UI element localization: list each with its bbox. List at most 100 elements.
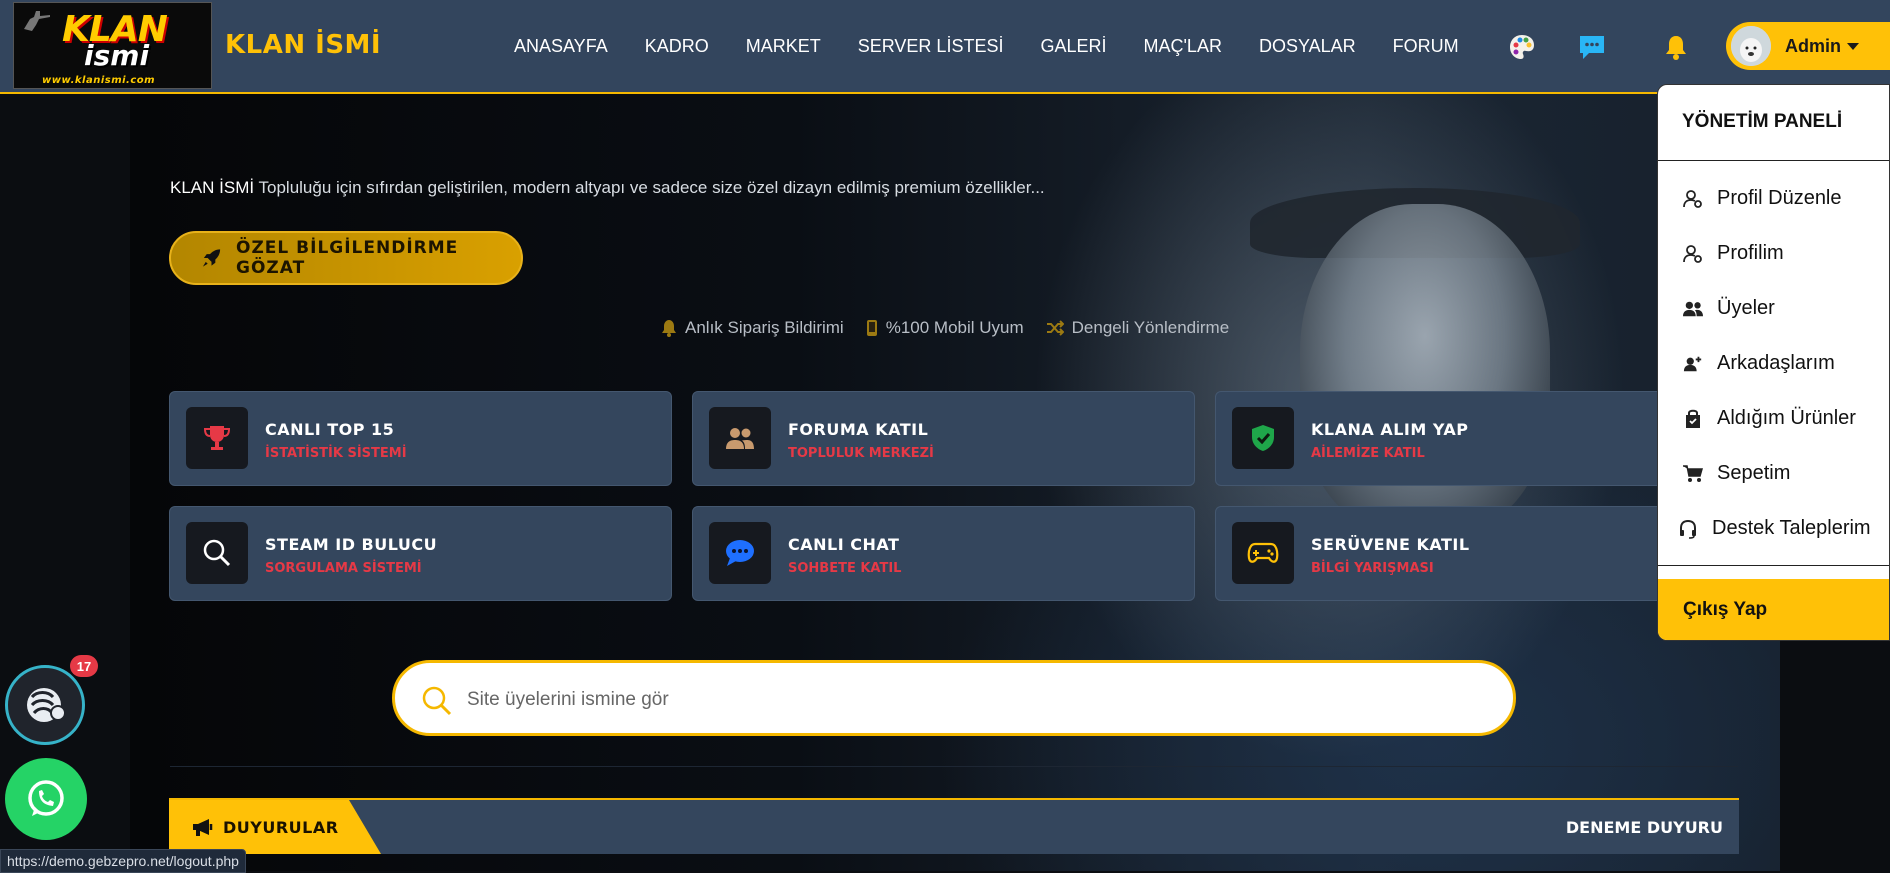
admin-dropdown-menu: YÖNETİM PANELİ Profil Düzenle Profilim Ü…	[1657, 84, 1890, 641]
feature-list: Anlık Sipariş Bildirimi %100 Mobil Uyum …	[661, 318, 1251, 338]
tagline-text: Topluluğu için sıfırdan geliştirilen, mo…	[254, 178, 1045, 197]
nav-maclar[interactable]: MAÇ'LAR	[1144, 36, 1222, 57]
site-logo[interactable]: KLAN ismi www.klanismi.com	[13, 2, 212, 89]
card-title: STEAM ID BULUCU	[265, 535, 438, 554]
browser-status-url: https://demo.gebzepro.net/logout.php	[0, 849, 246, 873]
card-title: CANLI CHAT	[788, 535, 900, 554]
palette-icon[interactable]	[1505, 30, 1539, 64]
chat-heads-icon	[27, 688, 66, 722]
top-navbar: KLAN ismi www.klanismi.com KLAN İSMİ ANA…	[0, 0, 1890, 94]
menu-item-label: Profilim	[1717, 242, 1784, 264]
announcement-bar: DUYURULAR DENEME DUYURU	[169, 798, 1739, 854]
megaphone-icon	[193, 819, 213, 836]
card-title: FORUMA KATIL	[788, 420, 929, 439]
menu-item-label: Destek Taleplerim	[1712, 517, 1871, 539]
main-menu: ANASAYFA KADRO MARKET SERVER LİSTESİ GAL…	[514, 36, 1496, 57]
card-title: KLANA ALIM YAP	[1311, 420, 1469, 439]
logout-button[interactable]: Çıkış Yap	[1658, 579, 1889, 640]
headset-icon	[1678, 519, 1698, 539]
search-icon	[186, 522, 248, 584]
bell-icon[interactable]	[1659, 30, 1693, 64]
feature-item: %100 Mobil Uyum	[866, 318, 1024, 338]
card-recruit[interactable]: KLANA ALIM YAP AİLEMİZE KATIL	[1215, 391, 1718, 486]
card-subtitle: SOHBETE KATIL	[788, 561, 902, 576]
bell-icon	[661, 319, 677, 337]
whatsapp-button[interactable]	[5, 758, 87, 840]
notification-badge: 17	[70, 655, 98, 677]
whatsapp-icon	[28, 780, 64, 816]
menu-item-label: Arkadaşlarım	[1717, 352, 1835, 374]
chat-icon[interactable]	[1575, 30, 1609, 64]
cart-icon	[1683, 464, 1703, 483]
menu-item-arkadaslarim[interactable]: Arkadaşlarım	[1683, 352, 1835, 375]
info-cta-button[interactable]: ÖZEL BİLGİLENDİRME GÖZAT	[169, 231, 523, 285]
card-subtitle: AİLEMİZE KATIL	[1311, 446, 1425, 461]
menu-item-profilim[interactable]: Profilim	[1683, 242, 1784, 265]
hero-tagline: KLAN İSMİ Topluluğu için sıfırdan gelişt…	[170, 178, 1045, 198]
mobile-icon	[866, 319, 878, 337]
card-live-chat[interactable]: CANLI CHAT SOHBETE KATIL	[692, 506, 1195, 601]
cta-label: ÖZEL BİLGİLENDİRME GÖZAT	[236, 238, 459, 278]
rocket-icon	[202, 249, 221, 267]
feature-label: Anlık Sipariş Bildirimi	[685, 318, 844, 337]
menu-item-sepetim[interactable]: Sepetim	[1683, 462, 1790, 485]
nav-anasayfa[interactable]: ANASAYFA	[514, 36, 608, 57]
shopping-bag-icon	[1683, 409, 1703, 429]
section-divider	[170, 766, 1738, 767]
shield-check-icon	[1232, 407, 1294, 469]
menu-item-profil-duzenle[interactable]: Profil Düzenle	[1683, 187, 1842, 210]
card-subtitle: SORGULAMA SİSTEMİ	[265, 561, 422, 576]
card-forum[interactable]: FORUMA KATIL TOPLULUK MERKEZİ	[692, 391, 1195, 486]
nav-dosyalar[interactable]: DOSYALAR	[1259, 36, 1356, 57]
menu-item-uyeler[interactable]: Üyeler	[1683, 297, 1775, 320]
caret-down-icon	[1847, 42, 1859, 50]
card-steam-id[interactable]: STEAM ID BULUCU SORGULAMA SİSTEMİ	[169, 506, 672, 601]
announcement-text[interactable]: DENEME DUYURU	[1566, 818, 1723, 837]
shuffle-icon	[1046, 320, 1064, 336]
user-gear-icon	[1683, 189, 1703, 209]
feature-label: %100 Mobil Uyum	[885, 318, 1024, 337]
search-icon	[422, 686, 452, 716]
nav-forum[interactable]: FORUM	[1393, 36, 1459, 57]
menu-item-label: Üyeler	[1717, 297, 1775, 319]
users-icon	[1683, 300, 1703, 318]
community-chat-button[interactable]	[5, 665, 85, 745]
user-gear-icon	[1683, 244, 1703, 264]
users-icon	[709, 407, 771, 469]
avatar	[1731, 26, 1771, 66]
dropdown-divider	[1658, 160, 1889, 161]
card-title: SERÜVENE KATIL	[1311, 535, 1470, 554]
card-title: CANLI TOP 15	[265, 420, 395, 439]
feature-item: Anlık Sipariş Bildirimi	[661, 318, 844, 338]
nav-market[interactable]: MARKET	[746, 36, 821, 57]
soldier-icon	[24, 11, 50, 31]
nav-server-listesi[interactable]: SERVER LİSTESİ	[858, 36, 1004, 57]
card-top15[interactable]: CANLI TOP 15 İSTATİSTİK SİSTEMİ	[169, 391, 672, 486]
gamepad-icon	[1232, 522, 1294, 584]
logo-url: www.klanismi.com	[42, 75, 156, 86]
comments-icon	[709, 522, 771, 584]
user-menu-button[interactable]: Admin	[1726, 22, 1890, 70]
tagline-brand: KLAN İSMİ	[170, 178, 255, 197]
nav-galeri[interactable]: GALERİ	[1040, 36, 1106, 57]
card-subtitle: TOPLULUK MERKEZİ	[788, 446, 934, 461]
member-search-box	[392, 660, 1516, 736]
logo-text-bottom: ismi	[84, 39, 150, 72]
menu-item-aldigim-urunler[interactable]: Aldığım Ürünler	[1683, 407, 1856, 430]
member-search-input[interactable]	[465, 683, 1369, 717]
dropdown-title: YÖNETİM PANELİ	[1682, 111, 1843, 132]
menu-item-label: Aldığım Ürünler	[1717, 407, 1856, 429]
dropdown-divider	[1658, 565, 1889, 566]
menu-item-label: Profil Düzenle	[1717, 187, 1842, 209]
user-friends-icon	[1683, 355, 1703, 373]
menu-item-label: Sepetim	[1717, 462, 1791, 484]
brand-name[interactable]: KLAN İSMİ	[225, 30, 381, 60]
announcement-label-text: DUYURULAR	[223, 817, 339, 837]
card-subtitle: İSTATİSTİK SİSTEMİ	[265, 446, 407, 461]
feature-label: Dengeli Yönlendirme	[1071, 318, 1230, 337]
announcement-label: DUYURULAR	[169, 800, 381, 854]
card-quiz[interactable]: SERÜVENE KATIL BİLGİ YARIŞMASI	[1215, 506, 1718, 601]
user-name: Admin	[1785, 35, 1841, 56]
menu-item-destek-taleplerim[interactable]: Destek Taleplerim	[1678, 517, 1871, 540]
nav-kadro[interactable]: KADRO	[645, 36, 709, 57]
